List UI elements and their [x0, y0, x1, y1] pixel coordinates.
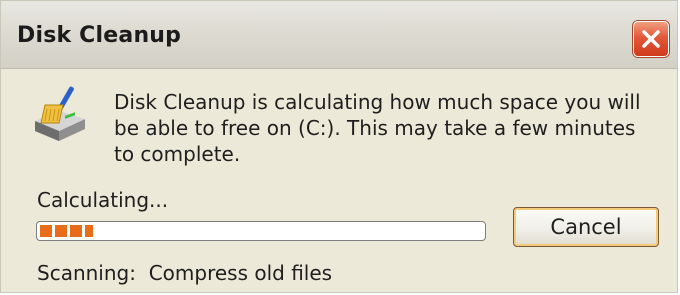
dialog-body: Disk Cleanup is calculating how much spa… [1, 69, 677, 294]
status-prefix: Scanning: [37, 261, 136, 285]
disk-cleanup-icon [35, 86, 85, 141]
close-button[interactable] [633, 21, 669, 57]
status-line: Scanning: Compress old files [37, 261, 332, 285]
disk-cleanup-dialog: Disk Cleanup Disk Cleanup is calculating… [0, 0, 678, 293]
window-title: Disk Cleanup [17, 23, 182, 48]
close-icon [642, 30, 660, 48]
progress-bar [36, 221, 486, 241]
progress-bar-fill [40, 225, 93, 237]
status-value: Compress old files [148, 261, 333, 285]
cancel-button[interactable]: Cancel [513, 207, 659, 247]
title-bar[interactable]: Disk Cleanup [1, 1, 677, 69]
progress-label: Calculating... [37, 188, 169, 212]
dialog-message: Disk Cleanup is calculating how much spa… [114, 90, 641, 166]
